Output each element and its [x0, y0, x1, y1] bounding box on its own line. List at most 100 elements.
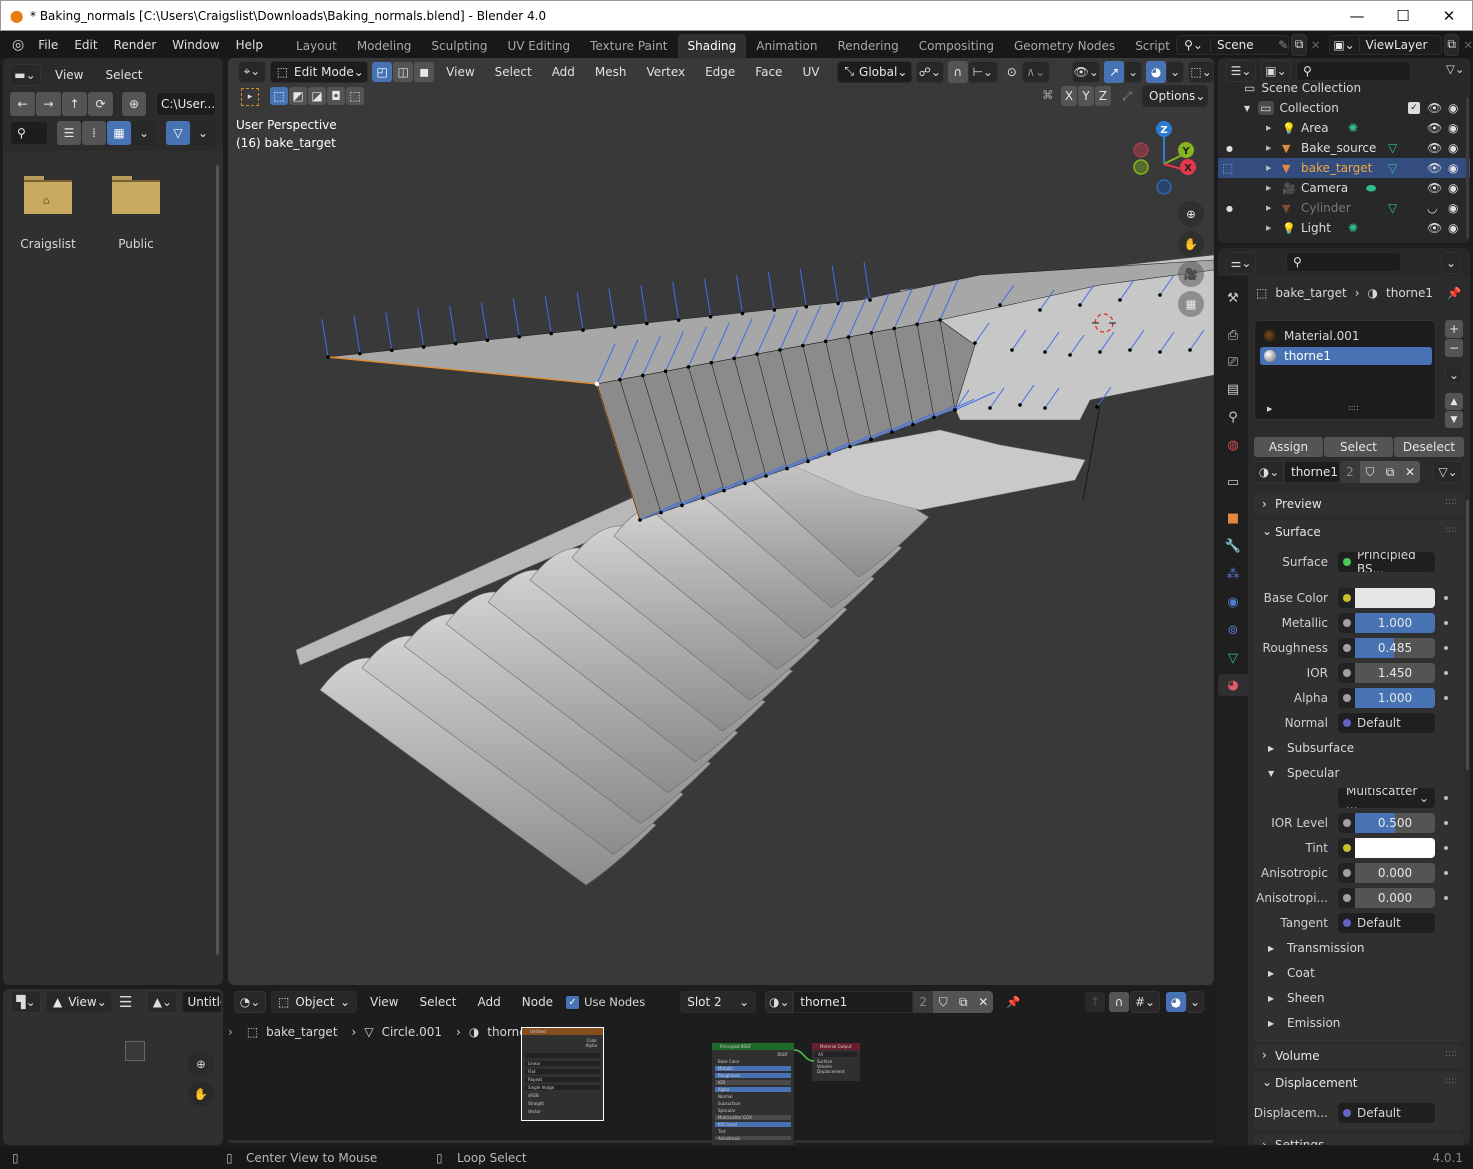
preview-panel-title[interactable]: Preview: [1275, 497, 1322, 511]
directory-path-field[interactable]: C:\User...: [156, 92, 216, 116]
node-editor-scrollbar[interactable]: [228, 1140, 1214, 1143]
visibility-eye-icon[interactable]: 👁: [1427, 221, 1442, 235]
expand-triangle-icon[interactable]: ▶: [1266, 144, 1271, 152]
roughness-slider[interactable]: 0.485: [1338, 638, 1435, 658]
use-nodes-checkbox[interactable]: ✓: [566, 995, 580, 1009]
browse-image-button[interactable]: ▲⌄: [147, 991, 178, 1013]
keyframe-dot[interactable]: [1444, 796, 1448, 800]
panel-drag-handle[interactable]: ::::: [1445, 1049, 1457, 1059]
metallic-slider[interactable]: 1.000: [1338, 613, 1435, 633]
emission-expand-icon[interactable]: ▶: [1268, 1019, 1274, 1028]
sidebar-toggle-icon[interactable]: ›: [228, 1025, 233, 1039]
thumbnails-icon[interactable]: ▦: [107, 121, 131, 145]
particles-tab-icon[interactable]: ⁂: [1222, 563, 1244, 585]
visibility-eye-icon[interactable]: 👁: [1427, 161, 1442, 175]
keyframe-dot[interactable]: [1444, 671, 1448, 675]
zoom-view-icon[interactable]: ⊕: [1178, 201, 1204, 227]
expand-triangle-icon[interactable]: ▶: [1266, 184, 1271, 192]
properties-scrollbar[interactable]: [1466, 500, 1469, 770]
material-tab-icon[interactable]: ◕: [1218, 674, 1248, 696]
deselect-button[interactable]: Deselect: [1394, 437, 1464, 457]
keyframe-dot[interactable]: [1444, 871, 1448, 875]
pan-view-icon[interactable]: ✋: [188, 1081, 214, 1107]
duplicate-material-icon[interactable]: ⧉: [1380, 461, 1400, 483]
subsurface-subpanel-title[interactable]: Subsurface: [1287, 741, 1354, 755]
scene-selector[interactable]: ⚲⌄ Scene ✎: [1176, 34, 1290, 55]
render-camera-icon[interactable]: ◉: [1448, 101, 1458, 115]
outliner-scene-collection[interactable]: ▭ Scene Collection: [1218, 78, 1470, 98]
new-viewlayer-button[interactable]: ⧉: [1443, 33, 1460, 56]
material-user-count[interactable]: 2: [1340, 461, 1360, 483]
pin-icon[interactable]: ✎: [1278, 38, 1288, 52]
specular-subpanel-title[interactable]: Specular: [1287, 766, 1339, 780]
shader-type-dropdown[interactable]: ⬚ Object ⌄: [271, 991, 357, 1013]
keyframe-dot[interactable]: [1444, 646, 1448, 650]
keyframe-dot[interactable]: [1444, 696, 1448, 700]
outliner-collection[interactable]: ▼ ▭ Collection ✓ 👁 ◉: [1218, 98, 1470, 118]
tint-color-field[interactable]: [1338, 838, 1435, 858]
sheen-subpanel-title[interactable]: Sheen: [1287, 991, 1325, 1005]
workspace-tab-uv-editing[interactable]: UV Editing: [497, 34, 580, 58]
snap-element-button[interactable]: #⌄: [1130, 991, 1160, 1013]
subsurface-expand-icon[interactable]: ▶: [1268, 744, 1274, 753]
visibility-eye-icon[interactable]: 👁: [1427, 141, 1442, 155]
outliner-item[interactable]: ▶ 🎥 Camera ⬬ 👁 ◉: [1218, 178, 1470, 198]
filter-search-field[interactable]: ⚲: [10, 121, 48, 145]
mesh-data-icon[interactable]: ▽: [1388, 161, 1397, 175]
settings-panel-title[interactable]: Settings: [1275, 1138, 1324, 1145]
principled-bsdf-node[interactable]: Principled BSDF BSDF Base Color Metallic R…: [712, 1043, 794, 1145]
move-slot-up-icon[interactable]: ▲: [1445, 393, 1463, 410]
hidden-eye-icon[interactable]: ◡: [1427, 201, 1437, 215]
3d-viewport[interactable]: ⌖⌄ ⬚ Edit Mode ⌄ ◰ ◫ ◼ View Select Add M…: [228, 58, 1214, 985]
editor-type-image-editor-button[interactable]: ▜⌄: [11, 991, 41, 1013]
horizontal-list-icon[interactable]: ⁞: [82, 121, 106, 145]
outliner-item[interactable]: ▶ 💡 Light ✺ 👁 ◉: [1218, 218, 1470, 238]
outliner-item[interactable]: ▶ 💡 Area ✺ 👁 ◉: [1218, 118, 1470, 138]
forward-arrow-icon[interactable]: →: [36, 92, 61, 116]
editor-type-shader-editor-button[interactable]: ◔⌄: [234, 991, 266, 1013]
node-menu-add[interactable]: Add: [470, 989, 509, 1015]
render-camera-icon[interactable]: ◉: [1448, 161, 1458, 175]
base-color-color-field[interactable]: [1338, 588, 1435, 608]
ior-slider[interactable]: 1.450: [1338, 663, 1435, 683]
outliner-item[interactable]: ▶ ▼ bake_target ▽ 👁 ◉ ⬚: [1218, 158, 1470, 178]
surface-shader-field[interactable]: Principled BS...: [1338, 552, 1435, 572]
material-slot-list[interactable]: Material.001 thorne1 ▶ ::::: [1254, 320, 1436, 420]
outliner-item[interactable]: ▶ ▼ Cylinder ▽ ◡ ◉ ●: [1218, 198, 1470, 218]
pan-view-icon[interactable]: ✋: [1178, 231, 1204, 257]
parent-node-tree-icon[interactable]: ↑: [1085, 992, 1105, 1012]
edit-mode-indicator-icon[interactable]: ⬚: [1222, 161, 1233, 175]
workspace-tab-geometry-nodes[interactable]: Geometry Nodes: [1004, 34, 1125, 58]
render-camera-icon[interactable]: ◉: [1448, 201, 1458, 215]
color-swatch[interactable]: [1355, 838, 1435, 858]
node-menu-node[interactable]: Node: [514, 989, 561, 1015]
sun-icon[interactable]: ✺: [1348, 221, 1358, 235]
coat-expand-icon[interactable]: ▶: [1268, 969, 1274, 978]
workspace-tab-scripting[interactable]: Script: [1125, 34, 1174, 58]
delete-scene-icon[interactable]: ✕: [1311, 38, 1321, 52]
material-name-field[interactable]: thorne1: [1284, 461, 1340, 483]
color-swatch[interactable]: [1355, 588, 1435, 608]
visibility-eye-icon[interactable]: 👁: [1427, 181, 1442, 195]
render-camera-icon[interactable]: ◉: [1448, 121, 1458, 135]
workspace-tab-compositing[interactable]: Compositing: [909, 34, 1004, 58]
file-item[interactable]: ⌂ Craigslist: [18, 176, 78, 251]
expand-triangle-icon[interactable]: ▼: [1244, 104, 1250, 113]
workspace-tab-modeling[interactable]: Modeling: [347, 34, 422, 58]
workspace-tab-sculpting[interactable]: Sculpting: [421, 34, 497, 58]
close-button[interactable]: ✕: [1426, 1, 1472, 31]
select-button[interactable]: Select: [1324, 437, 1393, 457]
collection-tab-icon[interactable]: ▭: [1222, 471, 1244, 493]
panel-drag-handle[interactable]: ::::: [1445, 497, 1457, 507]
keyframe-dot[interactable]: [1444, 621, 1448, 625]
coat-subpanel-title[interactable]: Coat: [1287, 966, 1315, 980]
node-menu-select[interactable]: Select: [411, 989, 464, 1015]
outliner-filter-icon[interactable]: ▽⌄: [1446, 62, 1464, 76]
expand-triangle-icon[interactable]: ▶: [1266, 224, 1271, 232]
browse-material-button[interactable]: ◑⌄: [765, 991, 794, 1013]
outliner-scrollbar[interactable]: [1466, 98, 1469, 238]
normal-field[interactable]: Default: [1338, 713, 1435, 733]
shader-node-editor[interactable]: ◔⌄ ⬚ Object ⌄ View Select Add Node ✓ Use…: [228, 989, 1214, 1145]
unlink-material-icon[interactable]: ✕: [973, 991, 994, 1013]
node-material-user-count[interactable]: 2: [913, 991, 934, 1013]
